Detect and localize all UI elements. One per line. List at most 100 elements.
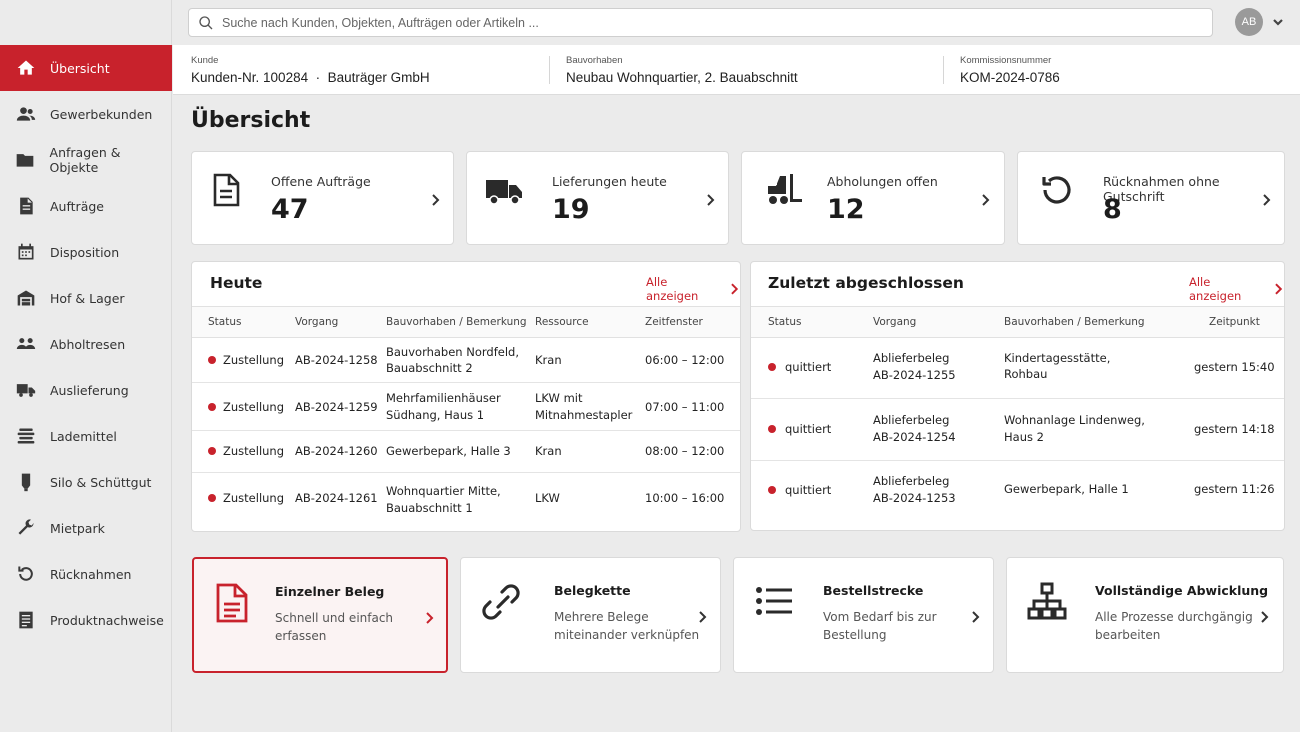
sidebar-item-anfragen[interactable]: Anfragen & Objekte bbox=[0, 137, 172, 183]
status-dot bbox=[208, 447, 216, 455]
sidebar-item-hof-lager[interactable]: Hof & Lager bbox=[0, 275, 172, 321]
sidebar-item-abholtresen[interactable]: Abholtresen bbox=[0, 321, 172, 367]
timestamp: gestern 11:26 bbox=[1194, 482, 1275, 496]
order-id: AB-2024-1260 bbox=[295, 444, 378, 458]
project-line: Gewerbepark, Halle 3 bbox=[386, 444, 511, 458]
chevron-right-icon bbox=[1261, 192, 1273, 206]
sidebar-item-label: Disposition bbox=[50, 244, 120, 260]
context-commission-value: KOM-2024-0786 bbox=[960, 70, 1060, 85]
action-card-single-document[interactable]: Einzelner Beleg Schnell und einfach erfa… bbox=[192, 557, 448, 673]
kpi-value: 8 bbox=[1103, 194, 1122, 225]
sidebar-item-produktnachweise[interactable]: Produktnachweise bbox=[0, 597, 172, 643]
project-line: Südhang, Haus 1 bbox=[386, 408, 485, 422]
resource: LKW bbox=[535, 491, 560, 505]
resource: Kran bbox=[535, 444, 562, 458]
calendar-icon bbox=[0, 229, 50, 275]
status-dot bbox=[208, 356, 216, 364]
sidebar-item-label: Silo & Schüttgut bbox=[50, 474, 152, 490]
column-header: Status bbox=[208, 316, 242, 328]
table-row[interactable]: Zustellung AB-2024-1261 Wohnquartier Mit… bbox=[192, 473, 740, 531]
status-dot bbox=[768, 363, 776, 371]
document-id: AB-2024-1253 bbox=[873, 491, 956, 505]
search-input[interactable] bbox=[222, 15, 1182, 30]
document-id: AB-2024-1255 bbox=[873, 368, 956, 382]
show-all-link[interactable]: Alle anzeigen bbox=[1189, 275, 1284, 303]
project-line: Bauvorhaben Nordfeld, bbox=[386, 345, 519, 359]
table-row[interactable]: Zustellung AB-2024-1258 Bauvorhaben Nord… bbox=[192, 338, 740, 383]
context-project-value: Neubau Wohnquartier, 2. Bauabschnitt bbox=[566, 70, 798, 85]
sidebar-item-label: Abholtresen bbox=[50, 336, 126, 352]
sidebar-item-silo[interactable]: Silo & Schüttgut bbox=[0, 459, 172, 505]
chevron-right-icon bbox=[731, 283, 739, 295]
action-card-full-processing[interactable]: Vollständige Abwicklung Alle Prozesse du… bbox=[1006, 557, 1284, 673]
project-line: Wohnquartier Mitte, bbox=[386, 484, 501, 498]
page-title: Übersicht bbox=[191, 108, 311, 133]
sidebar-item-mietpark[interactable]: Mietpark bbox=[0, 505, 172, 551]
truck-icon bbox=[484, 170, 524, 210]
action-card-order-path[interactable]: Bestellstrecke Vom Bedarf bis zur Bestel… bbox=[733, 557, 994, 673]
status-text: Zustellung bbox=[223, 491, 285, 505]
chevron-right-icon bbox=[424, 610, 436, 624]
context-commission: Kommissionsnummer KOM-2024-0786 bbox=[960, 55, 1060, 85]
status-text: quittiert bbox=[785, 360, 832, 374]
column-header: Status bbox=[768, 316, 802, 328]
divider bbox=[943, 56, 944, 84]
sidebar-item-uebersicht[interactable]: Übersicht bbox=[0, 45, 172, 91]
folder-icon bbox=[0, 137, 50, 183]
sidebar-item-disposition[interactable]: Disposition bbox=[0, 229, 172, 275]
today-panel: Heute Alle anzeigen Status Vorgang Bauvo… bbox=[191, 261, 741, 532]
status-dot bbox=[768, 425, 776, 433]
divider bbox=[549, 56, 550, 84]
return-icon bbox=[0, 551, 50, 597]
resource: Mitnahmestapler bbox=[535, 408, 633, 422]
order-id: AB-2024-1258 bbox=[295, 353, 378, 367]
top-bar: AB bbox=[172, 0, 1300, 45]
kpi-card-deliveries-today[interactable]: Lieferungen heute 19 bbox=[466, 151, 729, 245]
status-dot bbox=[208, 494, 216, 502]
project-line: Rohbau bbox=[1004, 367, 1048, 381]
action-description-line: Bestellung bbox=[823, 628, 887, 642]
sidebar-item-auslieferung[interactable]: Auslieferung bbox=[0, 367, 172, 413]
home-icon bbox=[0, 45, 50, 91]
project-line: Bauabschnitt 2 bbox=[386, 361, 473, 375]
time-window: 08:00 – 12:00 bbox=[645, 444, 725, 458]
column-header: Zeitfenster bbox=[645, 316, 703, 328]
order-id: AB-2024-1259 bbox=[295, 400, 378, 414]
wrench-icon bbox=[0, 505, 50, 551]
sidebar-item-auftraege[interactable]: Aufträge bbox=[0, 183, 172, 229]
table-row[interactable]: quittiert Ablieferbeleg AB-2024-1253 Gew… bbox=[751, 461, 1284, 530]
show-all-link[interactable]: Alle anzeigen bbox=[646, 275, 740, 303]
kpi-value: 12 bbox=[827, 194, 865, 225]
document-id: AB-2024-1254 bbox=[873, 430, 956, 444]
kpi-card-open-orders[interactable]: Offene Aufträge 47 bbox=[191, 151, 454, 245]
sidebar-item-label: Aufträge bbox=[50, 198, 104, 214]
project-line: Haus 2 bbox=[1004, 430, 1044, 444]
sidebar-item-label: Rücknahmen bbox=[50, 566, 132, 582]
action-title: Einzelner Beleg bbox=[275, 584, 385, 599]
sidebar-item-gewerbekunden[interactable]: Gewerbekunden bbox=[0, 91, 172, 137]
table-row[interactable]: Zustellung AB-2024-1259 Mehrfamilienhäus… bbox=[192, 383, 740, 431]
status-text: quittiert bbox=[785, 422, 832, 436]
kpi-card-pickups-open[interactable]: Abholungen offen 12 bbox=[741, 151, 1005, 245]
sidebar-item-ruecknahmen[interactable]: Rücknahmen bbox=[0, 551, 172, 597]
sidebar-item-lademittel[interactable]: Lademittel bbox=[0, 413, 172, 459]
timestamp: gestern 14:18 bbox=[1194, 422, 1275, 436]
action-card-document-chain[interactable]: Belegkette Mehrere Belege miteinander ve… bbox=[460, 557, 721, 673]
kpi-label: Offene Aufträge bbox=[271, 174, 371, 189]
table-row[interactable]: quittiert Ablieferbeleg AB-2024-1255 Kin… bbox=[751, 338, 1284, 399]
project-line: Gewerbepark, Halle 1 bbox=[1004, 482, 1129, 496]
search-box[interactable] bbox=[188, 8, 1213, 37]
action-description: Schnell und einfach erfassen bbox=[275, 609, 393, 645]
chevron-down-icon[interactable] bbox=[1271, 14, 1285, 28]
table-row[interactable]: quittiert Ablieferbeleg AB-2024-1254 Woh… bbox=[751, 399, 1284, 461]
project-line: Kindertagesstätte, bbox=[1004, 351, 1111, 365]
column-header: Ressource bbox=[535, 316, 589, 328]
show-all-label: Alle anzeigen bbox=[646, 275, 699, 303]
kpi-card-returns-without-credit[interactable]: Rücknahmen ohne Gutschrift 8 bbox=[1017, 151, 1285, 245]
context-project-label: Bauvorhaben bbox=[566, 55, 623, 66]
action-description: Alle Prozesse durchgängig bearbeiten bbox=[1095, 608, 1253, 644]
avatar[interactable]: AB bbox=[1235, 8, 1263, 36]
column-header: Vorgang bbox=[295, 316, 339, 328]
column-header: Vorgang bbox=[873, 316, 917, 328]
table-row[interactable]: Zustellung AB-2024-1260 Gewerbepark, Hal… bbox=[192, 431, 740, 473]
